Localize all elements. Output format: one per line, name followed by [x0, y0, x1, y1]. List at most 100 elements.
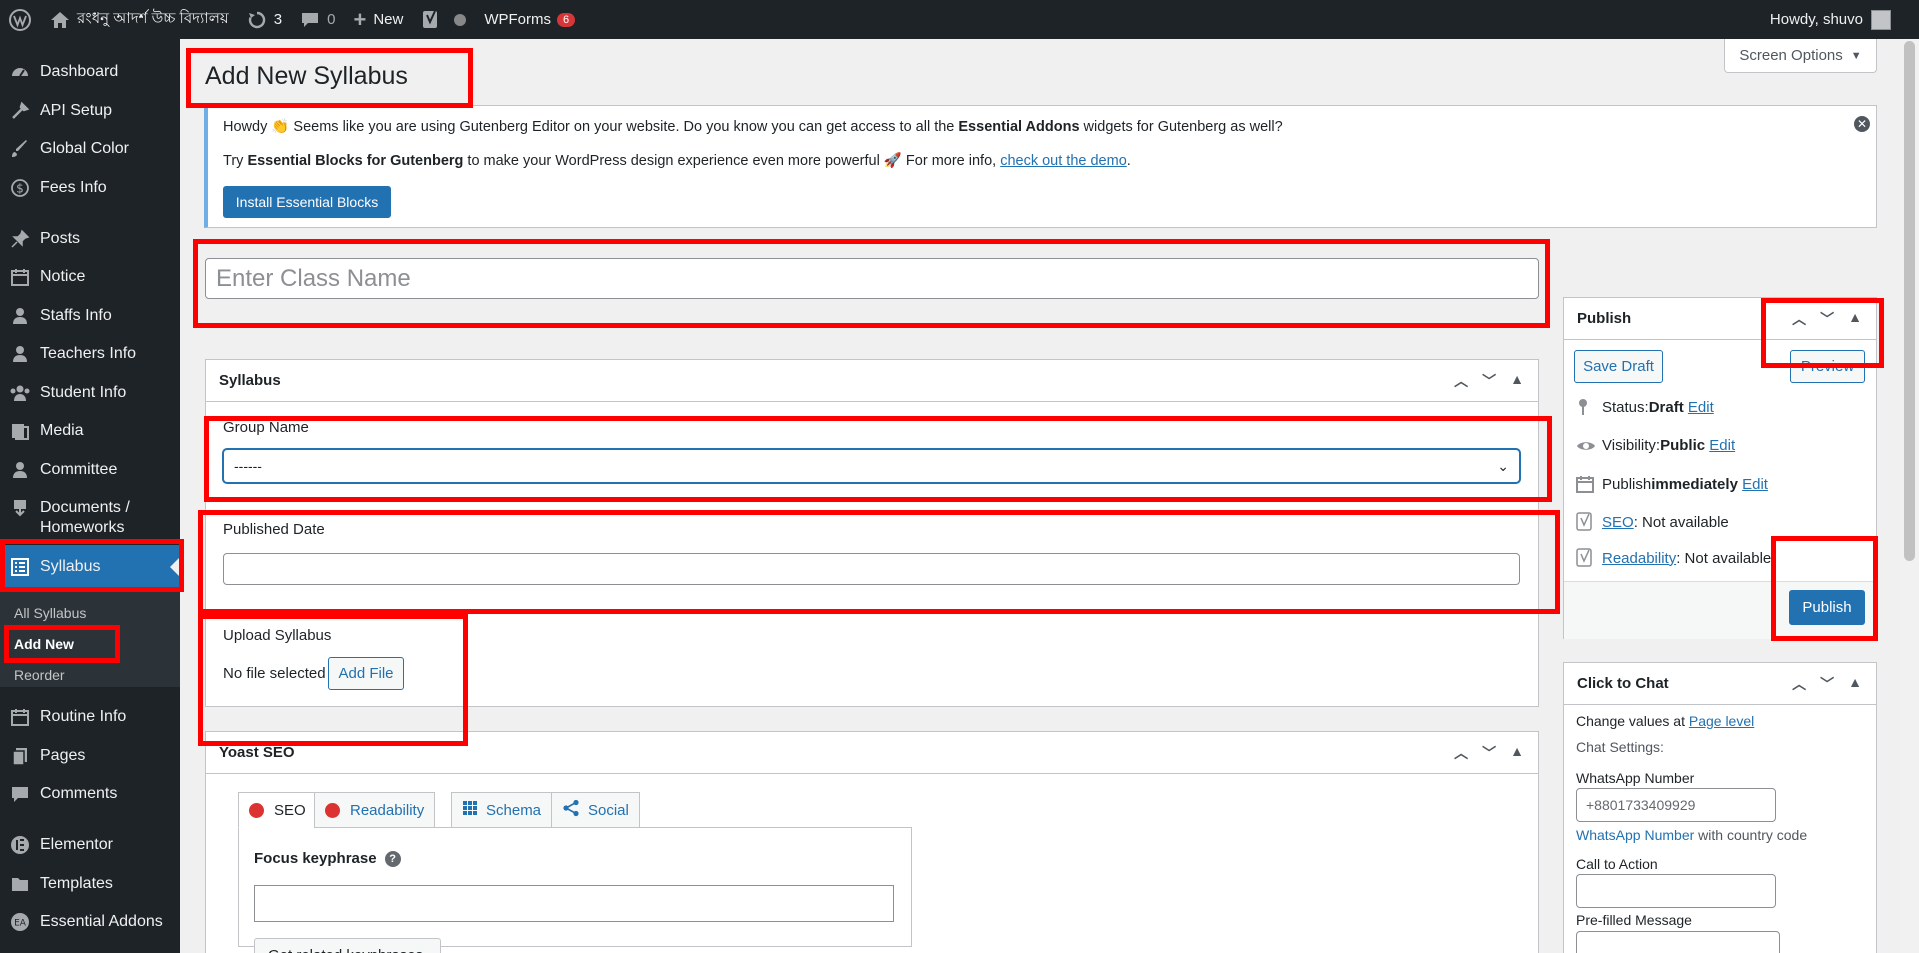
elementor-icon: [0, 835, 40, 855]
prefilled-message-textarea[interactable]: [1576, 931, 1780, 953]
site-name-link[interactable]: রংধনু আদর্শ উচ্চ বিদ্যালয়: [41, 0, 238, 39]
comment-icon: [300, 11, 320, 29]
chat-metabox-header: Click to Chat ︿ ﹀ ▲: [1564, 663, 1876, 705]
edit-status-link[interactable]: Edit: [1688, 399, 1714, 416]
menu-student-info[interactable]: Student Info: [0, 383, 180, 403]
publish-label: Publish: [1602, 475, 1652, 493]
add-file-button[interactable]: Add File: [328, 657, 404, 690]
help-icon[interactable]: ?: [384, 850, 401, 867]
yoast-link[interactable]: [412, 0, 475, 39]
menu-label: Teachers Info: [40, 345, 137, 362]
scrollbar[interactable]: [1900, 39, 1919, 953]
chevron-down-icon[interactable]: ﹀: [1482, 743, 1496, 763]
page-title: Add New Syllabus: [205, 62, 408, 90]
menu-essential-addons[interactable]: EA Essential Addons: [0, 912, 180, 932]
menu-comments[interactable]: Comments: [0, 784, 180, 804]
tab-readability[interactable]: Readability: [314, 792, 436, 828]
toggle-triangle-icon[interactable]: ▲: [1848, 309, 1862, 329]
menu-dashboard[interactable]: Dashboard: [0, 62, 180, 82]
current-menu-arrow: [170, 557, 180, 577]
seo-row: SEO: Not available: [1576, 512, 1729, 532]
updates-link[interactable]: 3: [238, 0, 291, 39]
wordpress-logo-icon[interactable]: [0, 0, 41, 39]
menu-templates[interactable]: Templates: [0, 874, 180, 894]
menu-documents-homeworks[interactable]: Documents / Homeworks: [0, 498, 180, 538]
tab-schema[interactable]: Schema: [451, 792, 553, 828]
home-icon: [50, 11, 70, 29]
menu-label: Committee: [40, 461, 118, 478]
close-icon[interactable]: ✕: [1854, 116, 1870, 132]
chevron-down-icon[interactable]: ﹀: [1820, 309, 1834, 329]
menu-api-setup[interactable]: API Setup: [0, 101, 180, 121]
call-to-action-label: Call to Action: [1576, 856, 1658, 872]
user-icon: [0, 460, 40, 480]
wpforms-link[interactable]: WPForms 6: [475, 0, 584, 39]
toggle-triangle-icon[interactable]: ▲: [1848, 674, 1862, 694]
group-name-value: ------: [234, 458, 262, 474]
scrollbar-thumb[interactable]: [1904, 41, 1915, 561]
menu-posts[interactable]: Posts: [0, 229, 180, 249]
published-date-input[interactable]: [223, 553, 1520, 585]
get-related-keyphrases-button[interactable]: Get related keyphrases: [254, 938, 441, 953]
chevron-down-icon[interactable]: ﹀: [1482, 371, 1496, 391]
metabox-controls: ︿ ﹀ ▲: [1792, 309, 1876, 329]
page-level-link[interactable]: Page level: [1689, 713, 1754, 729]
menu-fees-info[interactable]: $ Fees Info: [0, 178, 180, 198]
menu-notice[interactable]: Notice: [0, 267, 180, 287]
status-value: Draft: [1648, 398, 1684, 416]
seo-link[interactable]: SEO: [1602, 514, 1634, 531]
my-account-link[interactable]: Howdy, shuvo: [1761, 0, 1919, 39]
menu-committee[interactable]: Committee: [0, 460, 180, 480]
chevron-up-icon[interactable]: ︿: [1792, 674, 1806, 694]
group-name-select[interactable]: ------ ⌄: [223, 449, 1520, 483]
whatsapp-number-input[interactable]: +8801733409929: [1576, 788, 1776, 822]
whatsapp-number-link[interactable]: WhatsApp Number: [1576, 827, 1694, 843]
publish-button[interactable]: Publish: [1789, 590, 1865, 625]
save-draft-button[interactable]: Save Draft: [1574, 350, 1663, 383]
focus-keyphrase-input[interactable]: [254, 885, 894, 922]
pin-icon: [1576, 398, 1602, 416]
chevron-up-icon[interactable]: ︿: [1454, 743, 1468, 763]
menu-global-color[interactable]: Global Color: [0, 139, 180, 159]
menu-media[interactable]: Media: [0, 421, 180, 441]
comments-link[interactable]: 0: [291, 0, 344, 39]
yoast-icon: [421, 9, 441, 31]
submenu-all-syllabus[interactable]: All Syllabus: [14, 605, 86, 621]
menu-pages[interactable]: Pages: [0, 746, 180, 766]
edit-visibility-link[interactable]: Edit: [1709, 437, 1735, 454]
call-to-action-input[interactable]: [1576, 874, 1776, 908]
new-content-link[interactable]: + New: [344, 0, 412, 39]
group-name-label: Group Name: [223, 419, 309, 436]
publish-metabox-title: Publish: [1577, 310, 1632, 327]
toggle-triangle-icon[interactable]: ▲: [1510, 743, 1524, 763]
edit-publish-date-link[interactable]: Edit: [1742, 476, 1768, 493]
menu-routine-info[interactable]: Routine Info: [0, 707, 180, 727]
notice-line-2: Try Essential Blocks for Gutenberg to ma…: [223, 152, 1131, 169]
screen-options-button[interactable]: Screen Options ▼: [1724, 39, 1877, 73]
seo-status-dot-icon: [249, 802, 264, 818]
yoast-metabox-title: Yoast SEO: [219, 744, 295, 761]
chevron-up-icon[interactable]: ︿: [1454, 371, 1468, 391]
chevron-up-icon[interactable]: ︿: [1792, 309, 1806, 329]
focus-keyphrase-label: Focus keyphrase ?: [254, 850, 401, 867]
menu-syllabus[interactable]: Syllabus: [0, 545, 180, 589]
admin-sidebar: Dashboard API Setup Global Color $ Fees …: [0, 39, 180, 953]
check-out-demo-link[interactable]: check out the demo: [1000, 153, 1127, 169]
tab-label: Readability: [350, 801, 425, 819]
tab-seo[interactable]: SEO: [238, 792, 317, 828]
publish-metabox-header: Publish ︿ ﹀ ▲: [1564, 298, 1876, 340]
user-icon: [0, 344, 40, 364]
chevron-down-icon[interactable]: ﹀: [1820, 674, 1834, 694]
menu-elementor[interactable]: Elementor: [0, 835, 180, 855]
install-essential-blocks-button[interactable]: Install Essential Blocks: [223, 186, 391, 218]
tab-social[interactable]: Social: [551, 792, 640, 828]
submenu-add-new[interactable]: Add New: [14, 636, 74, 652]
class-name-field[interactable]: Enter Class Name: [205, 258, 1539, 299]
menu-teachers-info[interactable]: Teachers Info: [0, 344, 180, 364]
no-file-text: No file selected: [223, 665, 326, 682]
submenu-reorder[interactable]: Reorder: [14, 667, 65, 683]
readability-link[interactable]: Readability: [1602, 550, 1676, 567]
toggle-triangle-icon[interactable]: ▲: [1510, 371, 1524, 391]
menu-staffs-info[interactable]: Staffs Info: [0, 306, 180, 326]
preview-button[interactable]: Preview: [1790, 350, 1865, 383]
